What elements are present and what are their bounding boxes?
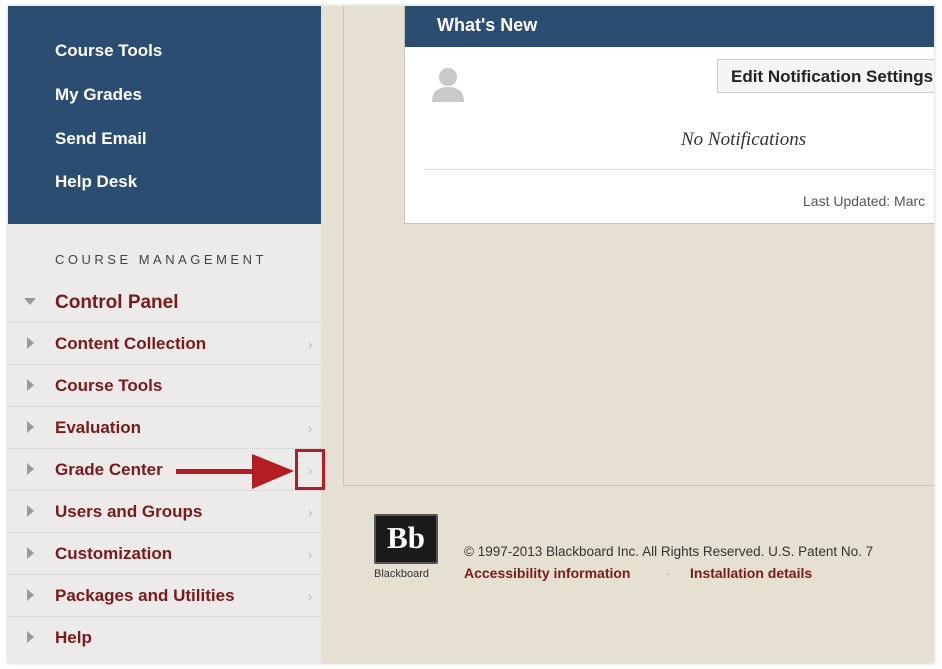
no-notifications-message: No Notifications <box>681 129 807 150</box>
chevron-right-icon[interactable]: › <box>308 547 312 562</box>
menu-item-label: Packages and Utilities <box>55 586 235 605</box>
blackboard-wordmark: Blackboard <box>374 568 430 580</box>
control-panel-label: Control Panel <box>55 292 179 313</box>
collapse-triangle-icon[interactable] <box>24 298 36 305</box>
divider <box>425 169 934 170</box>
module-header: What's New <box>405 6 934 47</box>
footer-separator: · <box>666 566 671 581</box>
expand-triangle-icon[interactable] <box>27 631 34 643</box>
menu-item-label: Evaluation <box>55 418 141 437</box>
installation-details-link[interactable]: Installation details <box>690 565 812 581</box>
menu-item-label: Course Tools <box>55 376 163 395</box>
expand-triangle-icon[interactable] <box>27 589 34 601</box>
course-nav-item-send-email[interactable]: Send Email <box>55 129 147 149</box>
menu-item-users-and-groups[interactable]: Users and Groups › <box>8 490 321 532</box>
accessibility-information-link[interactable]: Accessibility information <box>464 565 630 581</box>
highlight-box-annotation <box>295 449 325 490</box>
menu-item-evaluation[interactable]: Evaluation › <box>8 406 321 448</box>
expand-triangle-icon[interactable] <box>27 421 34 433</box>
expand-triangle-icon[interactable] <box>27 337 34 349</box>
menu-item-course-tools[interactable]: Course Tools <box>8 364 321 406</box>
user-avatar-icon <box>432 68 464 102</box>
expand-triangle-icon[interactable] <box>27 463 34 475</box>
screenshot-frame: Course Tools My Grades Send Email Help D… <box>8 6 934 663</box>
course-management-heading: COURSE MANAGEMENT <box>55 252 267 267</box>
red-arrow-annotation <box>176 454 294 489</box>
chevron-right-icon[interactable]: › <box>308 337 312 352</box>
copyright-text: © 1997-2013 Blackboard Inc. All Rights R… <box>464 544 874 559</box>
chevron-right-icon[interactable]: › <box>308 421 312 436</box>
bb-logo-mark: Bb <box>374 514 438 564</box>
chevron-right-icon[interactable]: › <box>308 589 312 604</box>
course-nav-item-course-tools[interactable]: Course Tools <box>55 41 162 61</box>
menu-item-label: Customization <box>55 544 173 563</box>
menu-item-content-collection[interactable]: Content Collection › <box>8 322 321 364</box>
whats-new-module: What's New Edit Notification Settings No… <box>404 6 934 224</box>
course-nav-item-my-grades[interactable]: My Grades <box>55 85 142 105</box>
course-nav-item-help-desk[interactable]: Help Desk <box>55 172 137 192</box>
module-title: What's New <box>437 15 538 35</box>
blackboard-logo: Bb Blackboard <box>374 514 442 584</box>
sidebar: Course Tools My Grades Send Email Help D… <box>8 6 321 663</box>
menu-item-label: Content Collection <box>55 334 207 353</box>
menu-item-label: Help <box>55 628 92 647</box>
expand-triangle-icon[interactable] <box>27 547 34 559</box>
expand-triangle-icon[interactable] <box>27 505 34 517</box>
last-updated-text: Last Updated: Marc <box>803 193 926 209</box>
menu-item-label: Grade Center <box>55 460 163 479</box>
edit-notification-settings-button[interactable]: Edit Notification Settings <box>717 59 934 93</box>
menu-item-help[interactable]: Help <box>8 616 321 658</box>
chevron-right-icon[interactable]: › <box>308 505 312 520</box>
menu-item-customization[interactable]: Customization › <box>8 532 321 574</box>
menu-item-packages-and-utilities[interactable]: Packages and Utilities › <box>8 574 321 616</box>
menu-item-label: Users and Groups <box>55 502 203 521</box>
course-nav-menu: Course Tools My Grades Send Email Help D… <box>8 6 321 224</box>
control-panel-header[interactable]: Control Panel <box>8 284 321 322</box>
expand-triangle-icon[interactable] <box>27 379 34 391</box>
